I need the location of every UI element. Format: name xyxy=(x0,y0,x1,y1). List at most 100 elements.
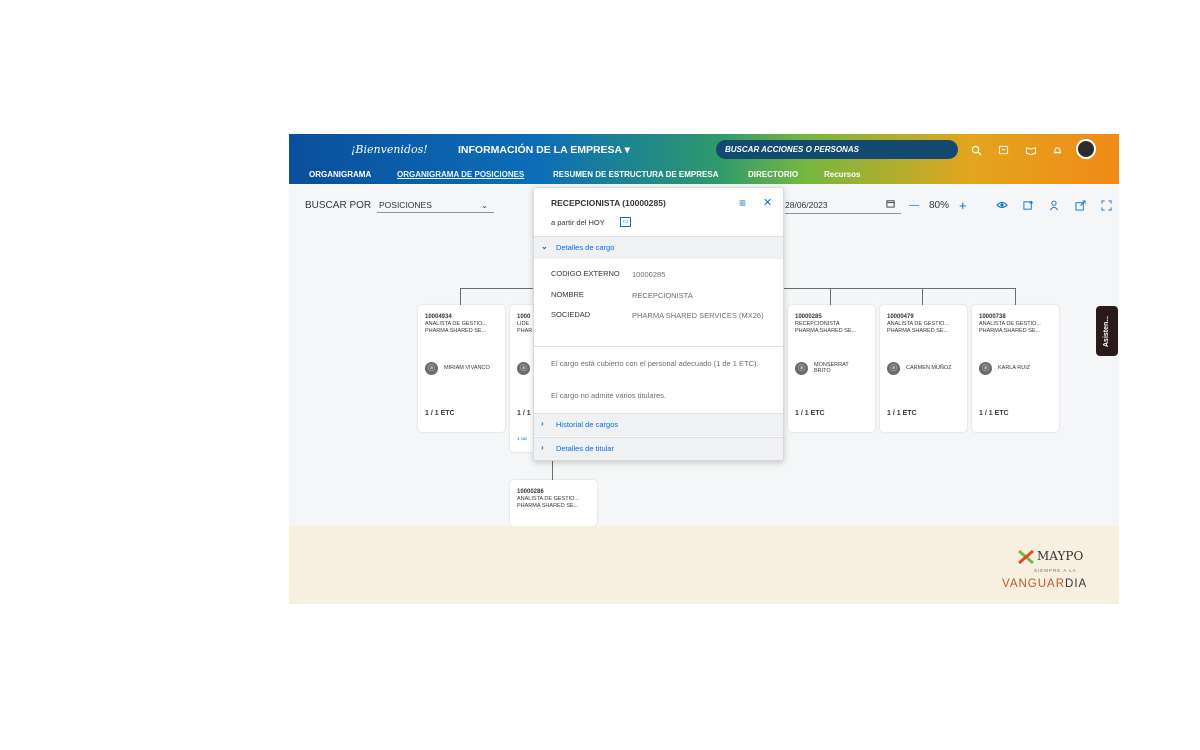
welcome-logo: ¡Bienvenidos! xyxy=(351,143,428,156)
shell-bar: ¡Bienvenidos! INFORMACIÓN DE LA EMPRESA … xyxy=(289,134,1119,184)
connector xyxy=(460,288,461,305)
position-title: ANALISTA DE GESTIO... xyxy=(517,496,579,502)
section-label: Historial de cargos xyxy=(556,420,619,429)
ai-assistant-icon[interactable] xyxy=(996,143,1011,158)
effective-date-label: a partir del HOY xyxy=(551,218,605,227)
add-card-icon[interactable] xyxy=(1021,198,1035,212)
maypo-logo-icon xyxy=(1018,549,1034,565)
search-icon[interactable] xyxy=(969,143,984,158)
position-card[interactable]: 10004934 ANALISTA DE GESTIO... PHARMA SH… xyxy=(418,305,505,432)
calendar-icon[interactable] xyxy=(886,198,895,213)
connector xyxy=(1015,288,1016,305)
field-value: 10000285 xyxy=(632,270,666,279)
eye-icon[interactable] xyxy=(995,198,1009,212)
connector xyxy=(830,288,831,305)
search-by-select[interactable]: POSICIONES ⌄ xyxy=(377,198,494,213)
zoom-value: 80% xyxy=(929,200,950,211)
tab-bar: ORGANIGRAMA ORGANIGRAMA DE POSICIONES RE… xyxy=(289,166,1119,184)
search-input[interactable]: BUSCAR ACCIONES O PERSONAS xyxy=(716,140,958,159)
position-title: ANALISTA DE GESTIO... xyxy=(979,321,1041,327)
position-details-popover: RECEPCIONISTA (10000285) ≡ ✕ a partir de… xyxy=(533,187,784,461)
brand-vanguardia-b: DIA xyxy=(1065,578,1088,590)
chevron-down-icon: ⌄ xyxy=(481,201,488,210)
zoom-in-button[interactable]: + xyxy=(959,198,967,213)
company-info-menu[interactable]: INFORMACIÓN DE LA EMPRESA ▾ xyxy=(458,144,630,156)
person-avatar-icon: ⓐ xyxy=(887,362,900,375)
section-header-detalles[interactable]: ⌄ Detalles de cargo xyxy=(534,236,783,259)
zoom-out-button[interactable]: — xyxy=(909,200,919,211)
position-id: 10000285 xyxy=(795,314,822,320)
etc-count: 1 / 1 xyxy=(517,410,531,417)
tab-organigrama-posiciones[interactable]: ORGANIGRAMA DE POSICIONES xyxy=(397,170,524,179)
fullscreen-icon[interactable] xyxy=(1099,198,1113,212)
assistant-tab[interactable]: Asisten... xyxy=(1096,306,1118,356)
position-card[interactable]: 10000285 RECEPCIONISTA PHARMA SHARED SE.… xyxy=(788,305,875,432)
position-card[interactable]: 10000479 ANALISTA DE GESTIO... PHARMA SH… xyxy=(880,305,967,432)
menu-icon[interactable]: ≡ xyxy=(739,196,746,210)
chevron-down-icon: ⌄ xyxy=(541,242,548,251)
etc-count: 1 / 1 ETC xyxy=(795,410,825,417)
section-header-historial[interactable]: › Historial de cargos xyxy=(534,413,783,436)
holder-name[interactable]: MIRIAM VIVANCO xyxy=(444,365,502,371)
date-picker[interactable]: 28/06/2023 xyxy=(785,198,901,214)
coverage-note: El cargo está cubierto con el personal a… xyxy=(551,359,759,368)
tab-directorio[interactable]: DIRECTORIO xyxy=(748,170,798,179)
position-company: PHARMA SHARED SE... xyxy=(795,328,857,334)
etc-count: 1 / 1 ETC xyxy=(979,410,1009,417)
footer-banner: MAYPO SIEMPRE A LA VANGUARDIA xyxy=(289,526,1119,604)
position-id: 10000738 xyxy=(979,314,1006,320)
holder-name[interactable]: MONSERRAT BRITO xyxy=(814,362,854,374)
etc-count: 1 / 1 ETC xyxy=(887,410,917,417)
position-id: 1000 xyxy=(517,314,531,320)
position-id: 10000479 xyxy=(887,314,914,320)
position-id: 10004934 xyxy=(425,314,452,320)
edit-date-icon[interactable]: ▭ xyxy=(620,217,631,227)
brand-vanguardia-a: VANGUAR xyxy=(1002,578,1066,590)
subordinates-link[interactable]: 1 car xyxy=(517,436,527,441)
holder-name[interactable]: KARLA RUIZ xyxy=(998,365,1056,371)
user-avatar[interactable] xyxy=(1076,139,1096,159)
person-avatar-icon: ⓐ xyxy=(795,362,808,375)
tab-organigrama[interactable]: ORGANIGRAMA xyxy=(309,170,371,179)
person-avatar-icon: ⓐ xyxy=(425,362,438,375)
position-card[interactable]: 10000286 ANALISTA DE GESTIO... PHARMA SH… xyxy=(510,480,597,526)
position-card[interactable]: 10000738 ANALISTA DE GESTIO... PHARMA SH… xyxy=(972,305,1059,432)
section-label: Detalles de cargo xyxy=(556,243,615,252)
position-title: RECEPCIONISTA xyxy=(795,321,840,327)
popover-title: RECEPCIONISTA (10000285) xyxy=(551,198,666,208)
etc-count: 1 / 1 ETC xyxy=(425,410,455,417)
date-value: 28/06/2023 xyxy=(785,200,828,210)
brand-tagline: SIEMPRE A LA xyxy=(1034,568,1077,573)
brand-vanguardia: VANGUARDIA xyxy=(1002,578,1087,590)
position-id: 10000286 xyxy=(517,489,544,495)
holders-note: El cargo no admite varios titulares. xyxy=(551,391,667,400)
divider xyxy=(534,346,783,347)
field-value: PHARMA SHARED SERVICES (MX26) xyxy=(632,311,764,320)
chart-toolbar-icons xyxy=(995,198,1113,212)
tab-resumen-estructura[interactable]: RESUMEN DE ESTRUCTURA DE EMPRESA xyxy=(553,170,719,179)
chevron-right-icon: › xyxy=(541,419,544,428)
field-value: RECEPCIONISTA xyxy=(632,291,693,300)
field-key: SOCIEDAD xyxy=(551,310,591,319)
person-avatar-icon: ⓐ xyxy=(979,362,992,375)
close-icon[interactable]: ✕ xyxy=(763,196,772,209)
section-header-titular[interactable]: › Detalles de titular xyxy=(534,437,783,460)
search-by-label: BUSCAR POR xyxy=(305,200,372,211)
position-title: ANALISTA DE GESTIO... xyxy=(425,321,487,327)
holder-name[interactable]: CARMEN MUÑOZ xyxy=(906,365,964,371)
person-icon[interactable] xyxy=(1047,198,1061,212)
section-label: Detalles de titular xyxy=(556,444,614,453)
tab-recursos[interactable]: Recursos xyxy=(824,170,860,179)
connector xyxy=(922,288,923,305)
learning-icon[interactable] xyxy=(1023,143,1038,158)
bell-icon[interactable] xyxy=(1050,143,1065,158)
person-avatar-icon: ⓐ xyxy=(517,362,530,375)
app-window: ¡Bienvenidos! INFORMACIÓN DE LA EMPRESA … xyxy=(289,134,1119,604)
position-title: ANALISTA DE GESTIO... xyxy=(887,321,949,327)
zoom-control: — 80% + xyxy=(909,198,967,213)
position-company: PHARMA SHARED SE... xyxy=(517,503,579,509)
field-key: CODIGO EXTERNO xyxy=(551,269,620,278)
export-icon[interactable] xyxy=(1073,198,1087,212)
search-by-value: POSICIONES xyxy=(379,200,432,210)
chevron-right-icon: › xyxy=(541,443,544,452)
